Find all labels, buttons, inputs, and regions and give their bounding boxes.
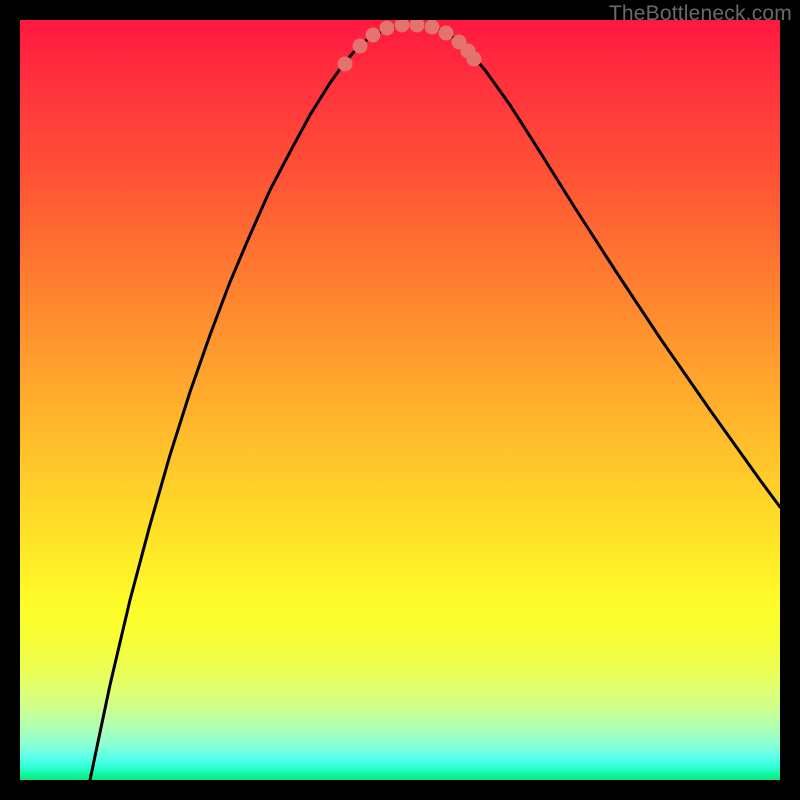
curve-marker xyxy=(467,52,482,67)
curve-marker xyxy=(353,39,368,54)
curve-marker xyxy=(439,26,454,41)
curve-marker xyxy=(395,20,410,33)
curve-marker xyxy=(425,20,440,35)
curve-markers xyxy=(338,20,482,72)
curve-marker xyxy=(338,57,353,72)
chart-frame: TheBottleneck.com xyxy=(0,0,800,800)
curve-marker xyxy=(380,21,395,36)
curve-marker xyxy=(410,20,425,33)
plot-area xyxy=(20,20,780,780)
curve-marker xyxy=(366,28,381,43)
bottleneck-curve xyxy=(90,25,780,780)
chart-svg xyxy=(20,20,780,780)
watermark-text: TheBottleneck.com xyxy=(609,2,792,26)
